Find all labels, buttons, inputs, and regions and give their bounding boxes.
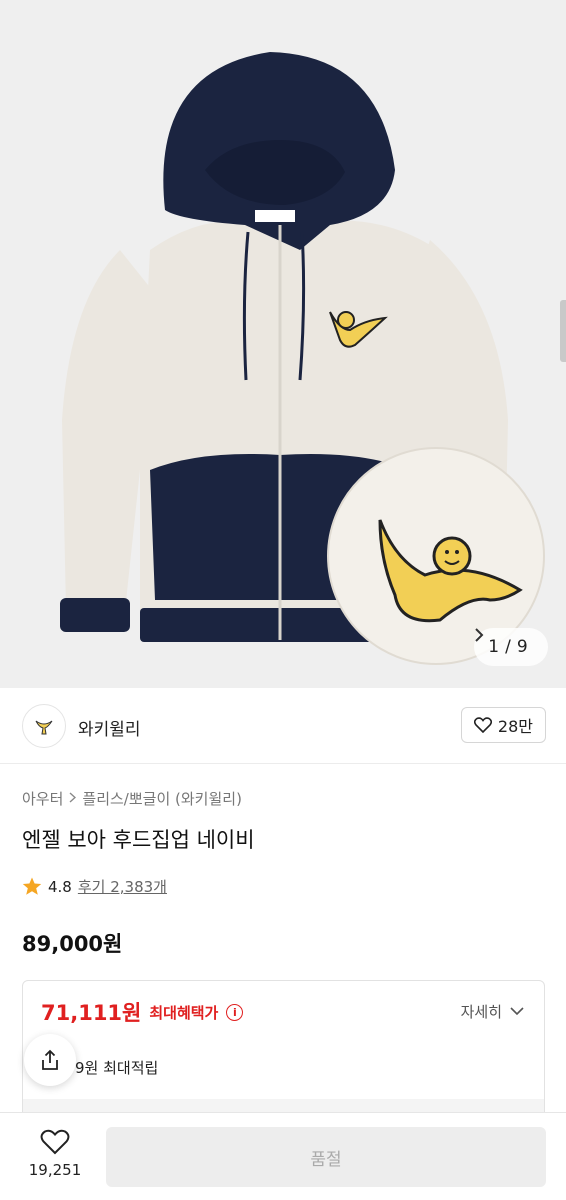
brand-row: 와키윌리 28만 bbox=[0, 688, 566, 764]
chevron-down-icon bbox=[510, 1007, 524, 1016]
wishlist-button[interactable]: 19,251 bbox=[24, 1129, 86, 1179]
rating-row: 4.8 후기 2,383개 bbox=[22, 876, 167, 897]
product-photo bbox=[60, 52, 545, 665]
side-scroll-tab[interactable] bbox=[560, 300, 566, 362]
image-counter-total: 9 bbox=[516, 637, 528, 657]
image-counter[interactable]: 1 / 9 bbox=[474, 628, 548, 666]
benefit-detail-label: 자세히 bbox=[460, 1003, 502, 1021]
max-points-text: 9원 최대적립 bbox=[75, 1059, 159, 1077]
share-icon bbox=[42, 1049, 58, 1070]
product-title: 엔젤 보아 후드집업 네이비 bbox=[22, 828, 255, 852]
share-button[interactable] bbox=[24, 1034, 76, 1086]
benefit-box: 71,111원 최대혜택가 i 자세히 9원 최대적립 bbox=[22, 980, 545, 1120]
breadcrumb-item[interactable]: 아우터 bbox=[22, 788, 63, 809]
brand-like-button[interactable]: 28만 bbox=[460, 707, 546, 743]
heart-icon bbox=[40, 1129, 70, 1155]
rating-value: 4.8 bbox=[48, 877, 72, 896]
chevron-right-icon bbox=[69, 791, 77, 807]
bottom-action-bar: 19,251 품절 bbox=[0, 1112, 566, 1200]
star-icon bbox=[22, 877, 42, 895]
brand-name[interactable]: 와키윌리 bbox=[78, 715, 141, 740]
breadcrumb-item[interactable]: 플리스/뽀글이 (와키윌리) bbox=[82, 788, 242, 809]
soldout-button[interactable]: 품절 bbox=[106, 1127, 546, 1187]
heart-icon bbox=[473, 717, 492, 733]
breadcrumb: 아우터 플리스/뽀글이 (와키윌리) bbox=[22, 788, 242, 809]
review-count-link[interactable]: 후기 2,383개 bbox=[78, 876, 167, 897]
max-benefit-price: 71,111원 bbox=[41, 1001, 142, 1025]
benefit-detail-toggle[interactable]: 자세히 bbox=[461, 1001, 524, 1022]
image-counter-current: 1 bbox=[488, 637, 500, 657]
product-image-carousel[interactable]: 1 / 9 bbox=[0, 0, 566, 688]
wishlist-count: 19,251 bbox=[28, 1161, 82, 1179]
wakywilly-logo-icon bbox=[35, 720, 53, 735]
brand-logo[interactable] bbox=[22, 704, 66, 748]
info-icon[interactable]: i bbox=[226, 1003, 244, 1021]
max-benefit-row: 71,111원 최대혜택가 i bbox=[41, 997, 244, 1027]
image-counter-separator: / bbox=[505, 637, 511, 657]
product-price: 89,000원 bbox=[22, 932, 123, 956]
max-benefit-label: 최대혜택가 bbox=[149, 1003, 219, 1022]
brand-like-count: 28만 bbox=[497, 717, 533, 736]
